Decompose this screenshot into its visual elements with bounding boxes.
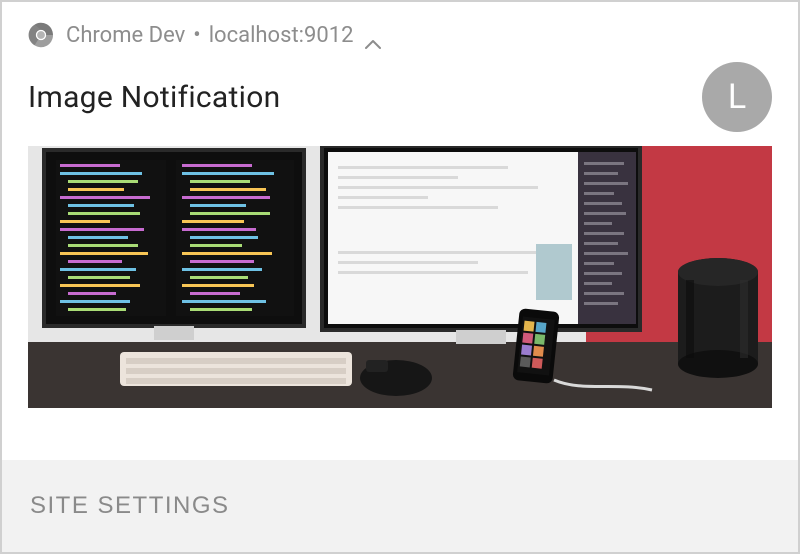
origin-label: localhost:9012 [209,23,354,48]
notification-title-row: Image Notification L [2,54,798,132]
notification-source: Chrome Dev • localhost:9012 [66,23,381,48]
notification-big-image [28,146,772,408]
chrome-icon [28,22,54,48]
app-name-label: Chrome Dev [66,23,185,48]
site-settings-button[interactable]: SITE SETTINGS [30,492,230,520]
notification-card: Chrome Dev • localhost:9012 Image Notifi… [0,0,800,554]
notification-title: Image Notification [28,80,281,115]
separator-dot: • [193,23,200,48]
avatar-letter: L [728,77,746,117]
avatar: L [702,62,772,132]
notification-action-bar: SITE SETTINGS [2,460,798,552]
notification-header-row[interactable]: Chrome Dev • localhost:9012 [2,2,798,54]
notification-big-image-container [2,132,798,460]
chevron-up-icon [365,30,381,40]
